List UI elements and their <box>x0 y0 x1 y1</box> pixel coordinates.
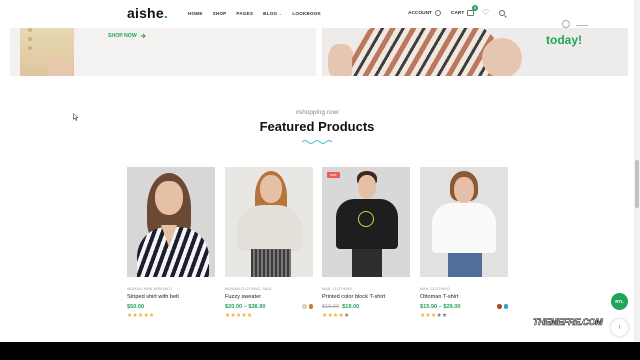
nav-home[interactable]: HOME <box>188 11 203 16</box>
rating-stars-filled: ★★★★★ <box>127 313 155 319</box>
product-image[interactable] <box>420 167 508 277</box>
cart-label: CART <box>451 10 465 16</box>
product-image[interactable] <box>127 167 215 277</box>
nav-pages-label: PAGES <box>236 11 254 16</box>
section-title: Featured Products <box>259 119 375 134</box>
site-logo[interactable]: aishe. <box>127 5 168 21</box>
page-scrollbar[interactable] <box>634 0 640 342</box>
model-face <box>260 175 282 203</box>
shop-now-label: SHOP NOW <box>108 33 137 39</box>
logo-dot: . <box>163 5 168 21</box>
model-face <box>454 177 474 203</box>
section-subtitle: #shopping now <box>295 109 339 116</box>
promo-banner-left: SHOP NOW <box>10 28 316 76</box>
color-swatches <box>302 304 313 309</box>
site-header: aishe. HOME SHOP PAGES BLOG ⌄ LOOKBOOK AC… <box>0 0 634 28</box>
tshirt-print-globe <box>358 211 374 227</box>
banner-promo-text: today! <box>546 33 582 47</box>
color-swatch[interactable] <box>497 304 502 309</box>
user-icon <box>434 10 441 16</box>
rtl-toggle-button[interactable]: RTL <box>611 293 628 310</box>
color-swatch[interactable] <box>302 304 307 309</box>
cart-count-badge: 0 <box>472 5 478 11</box>
decorative-line <box>576 25 588 26</box>
product-rating: ★★★★★ <box>127 313 215 319</box>
product-image[interactable]: sale <box>322 167 410 277</box>
rating-stars-empty: ★ <box>344 313 350 319</box>
sale-badge: sale <box>327 172 340 178</box>
decorative-circle <box>562 20 570 28</box>
fuzzy-sweater <box>237 205 303 251</box>
plaid-trousers <box>251 249 291 277</box>
product-price: $50.00 <box>127 304 215 310</box>
price-old: $10.00 <box>322 304 340 310</box>
rating-stars-empty: ★★ <box>436 313 448 319</box>
nav-pages[interactable]: PAGES <box>236 11 253 16</box>
price-current: $15.90 – $29.00 <box>420 304 461 310</box>
model-face <box>155 181 183 215</box>
banner-model-arm <box>48 58 72 76</box>
nav-shop[interactable]: SHOP <box>213 11 227 16</box>
product-card[interactable]: MAN, CLOTHING Ottoman T-shirt $15.90 – $… <box>420 167 508 319</box>
wishlist-heart-icon[interactable]: ♡ <box>482 9 489 17</box>
color-swatches <box>497 304 508 309</box>
chevron-down-icon: ⌄ <box>278 11 283 16</box>
color-swatch[interactable] <box>308 304 313 309</box>
account-label: ACCOUNT <box>408 10 432 16</box>
product-category[interactable]: WOMAN CLOTHING, SALE <box>225 287 313 291</box>
product-category[interactable]: MAN, CLOTHING <box>420 287 508 291</box>
main-nav: HOME SHOP PAGES BLOG ⌄ LOOKBOOK <box>188 11 331 16</box>
nav-blog[interactable]: BLOG ⌄ <box>263 11 282 16</box>
product-rating: ★★★★★ <box>225 313 313 319</box>
rating-stars-filled: ★★★★ <box>322 313 344 319</box>
search-icon[interactable] <box>499 10 505 16</box>
arrow-right-icon <box>140 33 146 39</box>
color-swatch[interactable] <box>503 304 508 309</box>
banner-model-arm <box>328 44 354 76</box>
product-name[interactable]: Ottoman T-shirt <box>420 294 508 300</box>
nav-shop-label: SHOP <box>212 11 227 16</box>
logo-text: aishe <box>127 5 164 21</box>
price-current: $20.00 – $38.90 <box>225 304 266 310</box>
banner-striped-shirt-image <box>352 28 502 76</box>
banner-model-hand <box>482 38 522 76</box>
account-link[interactable]: ACCOUNT <box>408 10 441 16</box>
nav-home-label: HOME <box>188 11 203 16</box>
product-rating: ★★★★★ <box>420 313 508 319</box>
watermark-text: THEMEFRE.COM <box>533 317 603 328</box>
nav-blog-label: BLOG <box>263 11 278 16</box>
product-name[interactable]: Printed color block T-shirt <box>322 294 410 300</box>
nav-lookbook-label: LOOKBOOK <box>292 11 321 16</box>
product-price: $10.00 $19.00 <box>322 304 410 310</box>
price-current: $19.00 <box>342 304 360 310</box>
product-rating: ★★★★★ <box>322 313 410 319</box>
product-category[interactable]: MAN, CLOTHING <box>322 287 410 291</box>
product-card[interactable]: sale MAN, CLOTHING Printed color block T… <box>322 167 410 319</box>
back-to-top-button[interactable]: ↑ <box>611 319 628 336</box>
product-price: $20.00 – $38.90 <box>225 304 313 310</box>
shop-now-link[interactable]: SHOP NOW <box>108 33 146 39</box>
bottom-letterbox-bar <box>0 342 640 360</box>
cart-link[interactable]: CART <box>451 10 475 16</box>
product-category[interactable]: WOMAN, NEW ARRIVALS <box>127 287 215 291</box>
white-tshirt <box>432 203 496 253</box>
model-jeans <box>448 253 482 277</box>
product-card[interactable]: WOMAN CLOTHING, SALE Fuzzy sweater $20.0… <box>225 167 313 319</box>
wave-divider-icon <box>301 140 333 144</box>
nav-lookbook[interactable]: LOOKBOOK <box>292 11 321 16</box>
product-name[interactable]: Striped shirt with belt <box>127 294 215 300</box>
arrow-up-icon: ↑ <box>618 324 621 331</box>
price-current: $50.00 <box>127 304 145 310</box>
product-price: $15.90 – $29.00 <box>420 304 508 310</box>
product-image[interactable] <box>225 167 313 277</box>
product-name[interactable]: Fuzzy sweater <box>225 294 313 300</box>
model-face <box>358 175 376 199</box>
model-trousers <box>352 249 382 277</box>
rating-stars-filled: ★★★ <box>420 313 437 319</box>
rating-stars-filled: ★★★★★ <box>225 313 253 319</box>
product-card[interactable]: WOMAN, NEW ARRIVALS Striped shirt with b… <box>127 167 215 319</box>
scrollbar-thumb[interactable] <box>635 160 639 208</box>
promo-banner-right <box>322 28 628 76</box>
